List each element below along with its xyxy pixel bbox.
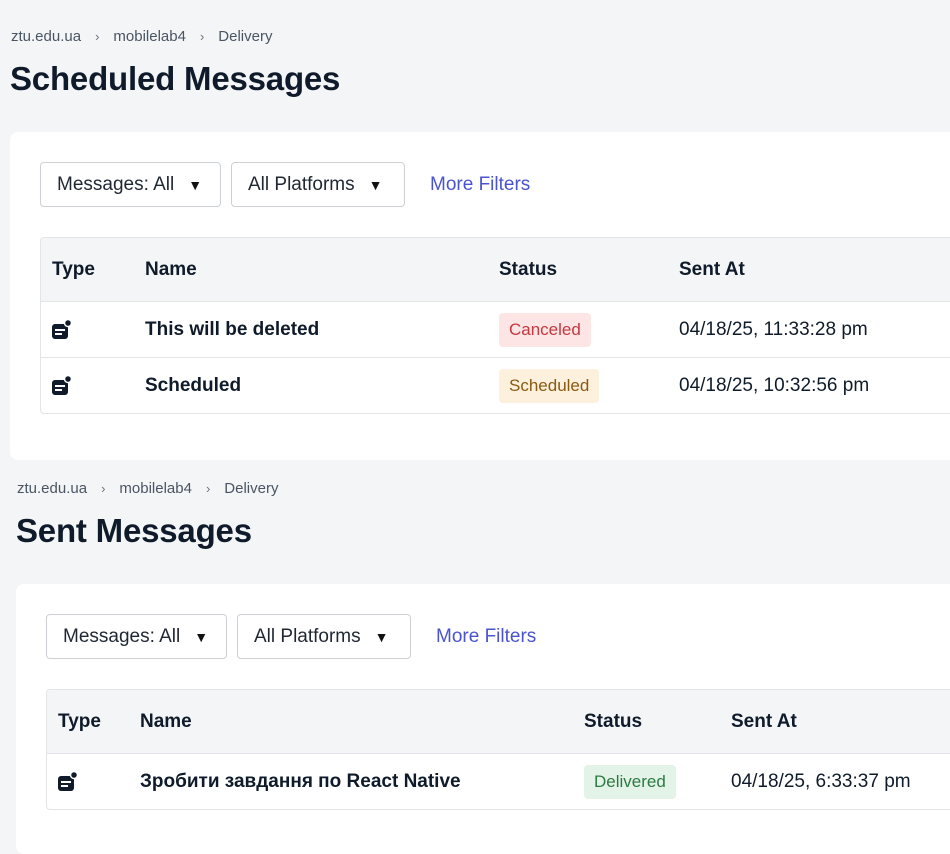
table-row[interactable]: Зробити завдання по React Native Deliver…	[47, 754, 950, 809]
messages-filter-label: Messages: All	[63, 625, 181, 647]
sent-messages-section: ztu.edu.ua › mobilelab4 › Delivery Sent …	[0, 460, 950, 854]
message-name: Зробити завдання по React Native	[140, 771, 461, 792]
column-header-name[interactable]: Name	[145, 238, 197, 302]
breadcrumb-current: Delivery	[218, 28, 273, 45]
page-title: Scheduled Messages	[10, 60, 341, 97]
table-row[interactable]: Scheduled Scheduled 04/18/25, 10:32:56 p…	[41, 358, 950, 413]
column-header-type[interactable]: Type	[52, 238, 95, 302]
caret-down-icon: ▼	[194, 628, 209, 645]
filter-bar: Messages: All ▼ All Platforms ▼ More Fil…	[46, 614, 536, 659]
status-badge: Canceled	[499, 313, 591, 347]
scheduled-messages-card: Messages: All ▼ All Platforms ▼ More Fil…	[10, 132, 950, 460]
message-name: This will be deleted	[145, 319, 320, 340]
chevron-right-icon: ›	[95, 29, 100, 44]
messages-table: Type Name Status Sent At Зробити завданн…	[46, 689, 950, 810]
messages-filter-label: Messages: All	[57, 173, 175, 195]
more-filters-link[interactable]: More Filters	[436, 626, 536, 648]
column-header-sent-at[interactable]: Sent At	[731, 690, 797, 754]
platforms-filter-dropdown[interactable]: All Platforms ▼	[237, 614, 411, 659]
page-title: Sent Messages	[16, 512, 252, 549]
message-name: Scheduled	[145, 375, 242, 396]
chevron-right-icon: ›	[101, 481, 106, 496]
more-filters-link[interactable]: More Filters	[430, 174, 530, 196]
chevron-right-icon: ›	[205, 481, 211, 496]
message-card-icon	[52, 319, 73, 339]
table-header: Type Name Status Sent At	[41, 238, 950, 302]
sent-at: 04/18/25, 10:32:56 pm	[679, 375, 870, 396]
messages-table: Type Name Status Sent At This will be de…	[40, 237, 950, 414]
message-card-icon	[58, 771, 79, 791]
platforms-filter-label: All Platforms	[254, 625, 361, 647]
column-header-name[interactable]: Name	[140, 690, 192, 754]
status-badge: Delivered	[584, 765, 676, 799]
caret-down-icon: ▼	[368, 176, 383, 193]
chevron-right-icon: ›	[199, 29, 205, 44]
caret-down-icon: ▼	[374, 628, 389, 645]
message-card-icon	[52, 375, 73, 395]
sent-at: 04/18/25, 6:33:37 pm	[731, 771, 911, 792]
breadcrumb-org[interactable]: ztu.edu.ua	[11, 28, 81, 45]
breadcrumb: ztu.edu.ua › mobilelab4 › Delivery	[17, 480, 278, 497]
platforms-filter-dropdown[interactable]: All Platforms ▼	[231, 162, 405, 207]
breadcrumb-current: Delivery	[224, 480, 279, 497]
platforms-filter-label: All Platforms	[248, 173, 355, 195]
caret-down-icon: ▼	[188, 176, 203, 193]
table-header: Type Name Status Sent At	[47, 690, 950, 754]
sent-at: 04/18/25, 11:33:28 pm	[679, 319, 868, 340]
breadcrumb: ztu.edu.ua › mobilelab4 › Delivery	[11, 28, 272, 45]
messages-filter-dropdown[interactable]: Messages: All ▼	[40, 162, 221, 207]
messages-filter-dropdown[interactable]: Messages: All ▼	[46, 614, 227, 659]
breadcrumb-app[interactable]: mobilelab4	[119, 480, 192, 497]
status-badge: Scheduled	[499, 369, 600, 403]
column-header-sent-at[interactable]: Sent At	[679, 238, 745, 302]
scheduled-messages-section: ztu.edu.ua › mobilelab4 › Delivery Sched…	[0, 0, 950, 460]
filter-bar: Messages: All ▼ All Platforms ▼ More Fil…	[40, 162, 530, 207]
breadcrumb-app[interactable]: mobilelab4	[113, 28, 186, 45]
column-header-status[interactable]: Status	[584, 690, 642, 754]
column-header-type[interactable]: Type	[58, 690, 101, 754]
column-header-status[interactable]: Status	[499, 238, 557, 302]
table-row[interactable]: This will be deleted Canceled 04/18/25, …	[41, 302, 950, 358]
breadcrumb-org[interactable]: ztu.edu.ua	[17, 480, 87, 497]
sent-messages-card: Messages: All ▼ All Platforms ▼ More Fil…	[16, 584, 950, 854]
